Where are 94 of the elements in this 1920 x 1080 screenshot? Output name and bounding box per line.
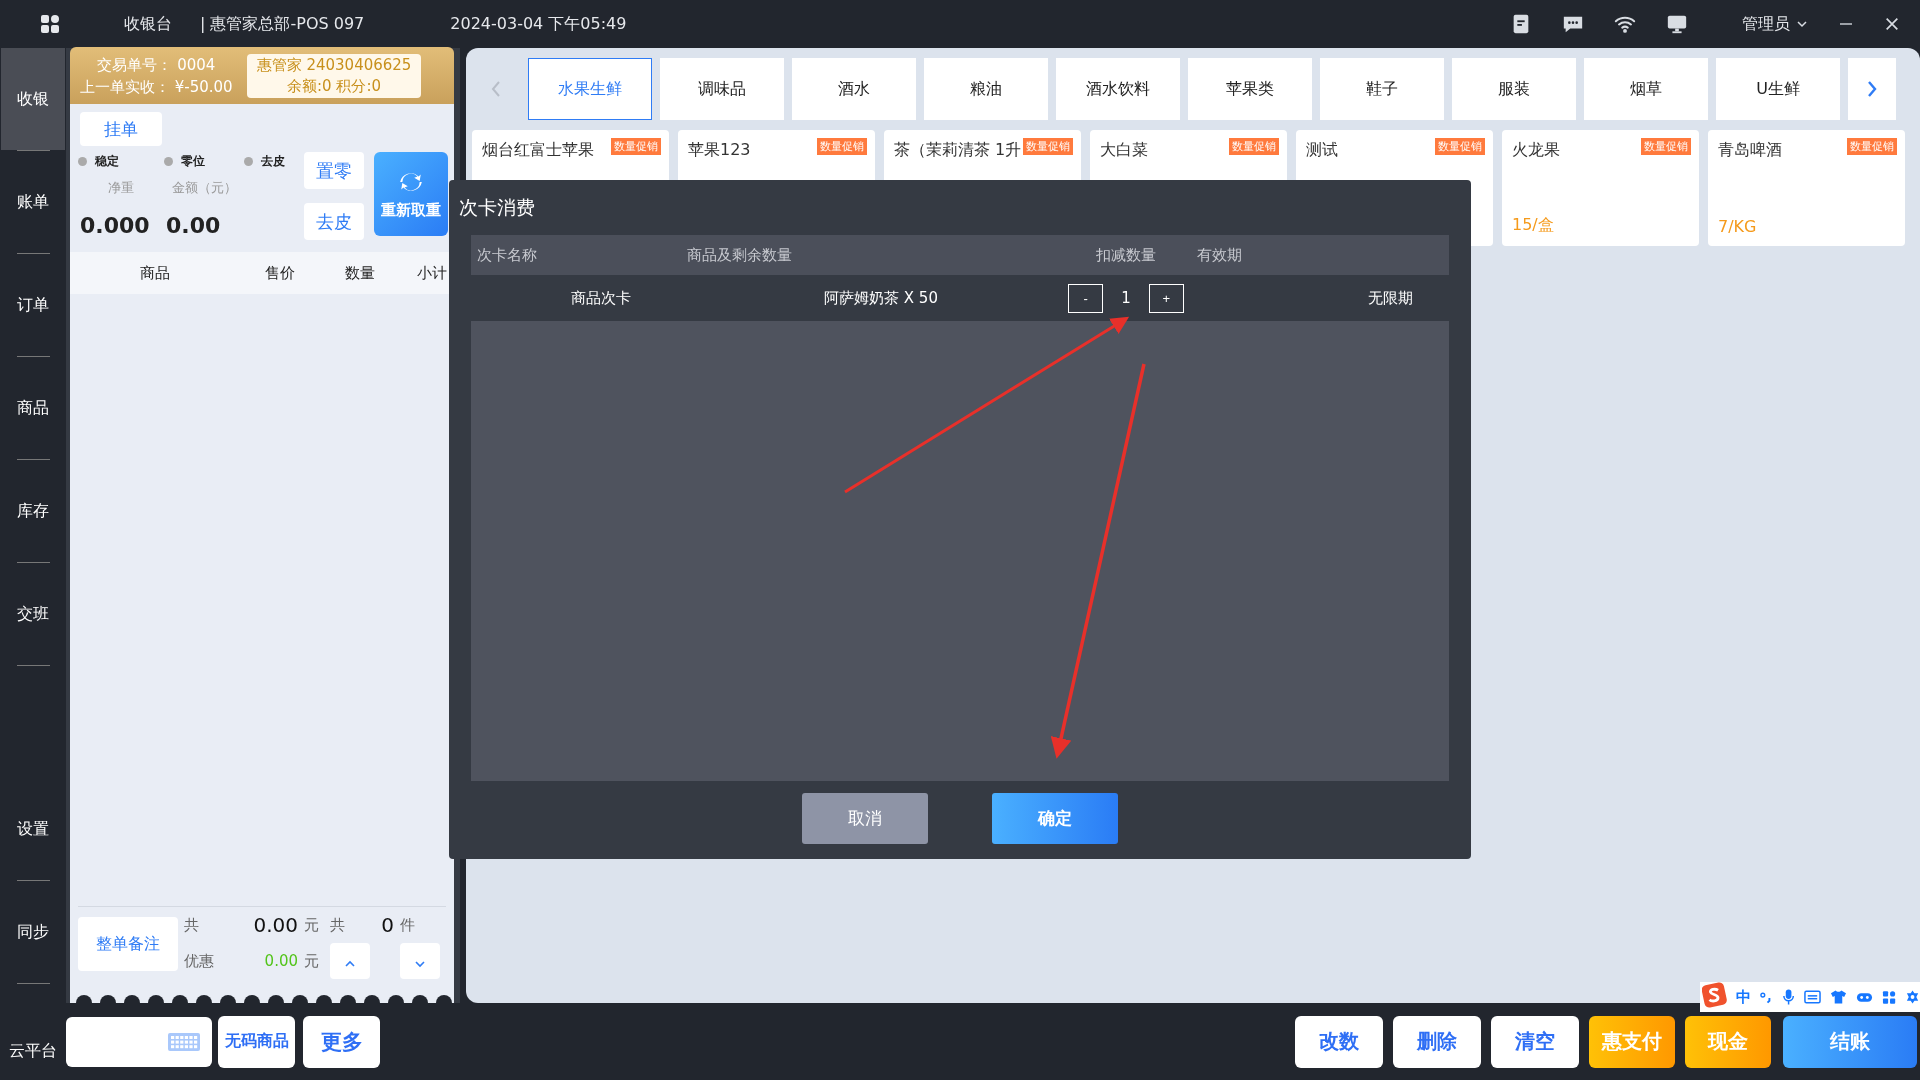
ime-mode: 中 [1735, 987, 1751, 1007]
category-tab[interactable]: 烟草 [1584, 58, 1708, 120]
shirt-icon [1829, 989, 1847, 1005]
scale-indicator: 去皮 [244, 152, 294, 171]
keyboard-icon [1803, 990, 1821, 1004]
chevron-right-icon [1866, 80, 1878, 98]
scale-button[interactable]: 去皮 [304, 203, 364, 240]
gamepad-icon [1855, 990, 1873, 1004]
category-tab[interactable]: 鞋子 [1320, 58, 1444, 120]
count-label: 共 [330, 915, 346, 935]
product-price: 7/KG [1718, 217, 1758, 236]
sidebar-item[interactable]: 账单 [1, 151, 65, 253]
item-count: 0 [380, 913, 395, 937]
promo-badge: 数量促销 [817, 138, 867, 155]
table-cell: 商品次卡 [571, 288, 631, 308]
column-header: 数量 [344, 263, 376, 283]
category-tab[interactable]: 粮油 [924, 58, 1048, 120]
column-header: 次卡名称 [477, 245, 537, 265]
category-tab[interactable]: 酒水 [792, 58, 916, 120]
promo-badge: 数量促销 [1435, 138, 1485, 155]
sidebar-item[interactable]: 订单 [1, 254, 65, 356]
app-title: 收银台 [124, 13, 172, 35]
order-note-button[interactable]: 整单备注 [78, 917, 178, 971]
sidebar-item[interactable]: 云平台 [9, 1022, 57, 1080]
column-header: 商品及剩余数量 [687, 245, 792, 265]
unit-label: 元 [304, 951, 320, 971]
net-weight-value: 0.000 [79, 213, 151, 240]
sidebar-item[interactable]: 收银 [1, 48, 65, 150]
trade-number: 交易单号： 0004 [97, 54, 216, 76]
scale-button[interactable]: 置零 [304, 152, 364, 189]
barcode-input-field[interactable] [66, 1016, 212, 1067]
user-menu[interactable]: 管理员 [1742, 13, 1808, 35]
grid-icon [1881, 989, 1896, 1005]
column-header: 售价 [264, 263, 296, 283]
sidebar-item[interactable]: 交班 [1, 563, 65, 665]
column-header: 小计 [416, 263, 448, 283]
scale-indicator: 零位 [164, 152, 244, 171]
category-tab[interactable]: 酒水饮料 [1056, 58, 1180, 120]
decrease-button[interactable]: - [1068, 283, 1104, 313]
category-tab[interactable]: U生鲜 [1716, 58, 1840, 120]
keyboard-icon [168, 1032, 200, 1051]
date-time: 2024-03-04 下午05:49 [450, 13, 627, 35]
store-name: | 惠管家总部-POS 097 [200, 13, 365, 35]
monitor-icon[interactable] [1666, 13, 1688, 35]
column-header: 扣减数量 [1096, 245, 1156, 265]
amount-label: 金额（元） [170, 179, 238, 197]
net-weight-label: 净重 [107, 179, 135, 197]
increase-button[interactable]: + [1148, 283, 1184, 313]
sidebar-item[interactable]: 商品 [1, 357, 65, 459]
dialog-title: 次卡消费 [459, 194, 536, 220]
chevron-down-icon [415, 959, 425, 968]
apps-icon[interactable] [40, 14, 60, 34]
category-tab[interactable]: 调味品 [660, 58, 784, 120]
product-price: 15/盒 [1512, 215, 1555, 236]
discount-amount: 0.00 [263, 952, 299, 970]
amount-value: 0.00 [165, 213, 222, 240]
microphone-icon [1781, 988, 1795, 1006]
quantity-value: 1 [1121, 289, 1131, 307]
scale-indicator: 稳定 [78, 152, 164, 171]
sidebar-item[interactable]: 库存 [1, 460, 65, 562]
total-amount: 0.00 [252, 913, 299, 937]
promo-badge: 数量促销 [1023, 138, 1073, 155]
table-cell: 阿萨姆奶茶 X 50 [824, 288, 938, 308]
sidebar-item[interactable]: 同步 [1, 881, 65, 983]
action-button[interactable]: 删除 [1393, 1015, 1481, 1068]
action-button[interactable]: 清空 [1491, 1015, 1579, 1068]
column-header: 商品 [139, 263, 171, 283]
promo-badge: 数量促销 [1229, 138, 1279, 155]
last-paid: 上一单实收： ¥-50.00 [80, 76, 233, 98]
unit-label: 件 [400, 915, 416, 935]
sidebar-item[interactable]: 设置 [1, 778, 65, 880]
category-tab[interactable]: 苹果类 [1188, 58, 1312, 120]
no-barcode-button[interactable]: 无码商品 [218, 1015, 295, 1068]
more-button[interactable]: 更多 [303, 1015, 380, 1068]
promo-badge: 数量促销 [1847, 138, 1897, 155]
promo-badge: 数量促销 [1641, 138, 1691, 155]
unit-label: 元 [304, 915, 320, 935]
chevron-left-icon [490, 80, 502, 98]
total-label: 共 [184, 915, 200, 935]
product-card[interactable]: 火龙果 数量促销 15/盒 [1502, 130, 1699, 246]
column-header: 有效期 [1197, 245, 1242, 265]
member-card: 惠管家 24030406625 余额:0 积分:0 [246, 53, 422, 98]
chevron-up-icon [345, 959, 355, 968]
chevron-down-icon [1796, 18, 1808, 30]
hold-order-button[interactable]: 挂单 [80, 112, 162, 146]
product-card[interactable]: 青岛啤酒 数量促销 7/KG [1708, 130, 1905, 246]
promo-badge: 数量促销 [611, 138, 661, 155]
category-tab[interactable]: 水果生鲜 [528, 58, 652, 120]
action-button[interactable]: 改数 [1295, 1015, 1383, 1068]
punctuation-icon [1759, 990, 1773, 1004]
table-cell-text: 无限期 [1366, 288, 1413, 308]
discount-label: 优惠 [184, 951, 215, 971]
category-tab[interactable]: 服装 [1452, 58, 1576, 120]
close-icon[interactable] [1884, 16, 1900, 32]
